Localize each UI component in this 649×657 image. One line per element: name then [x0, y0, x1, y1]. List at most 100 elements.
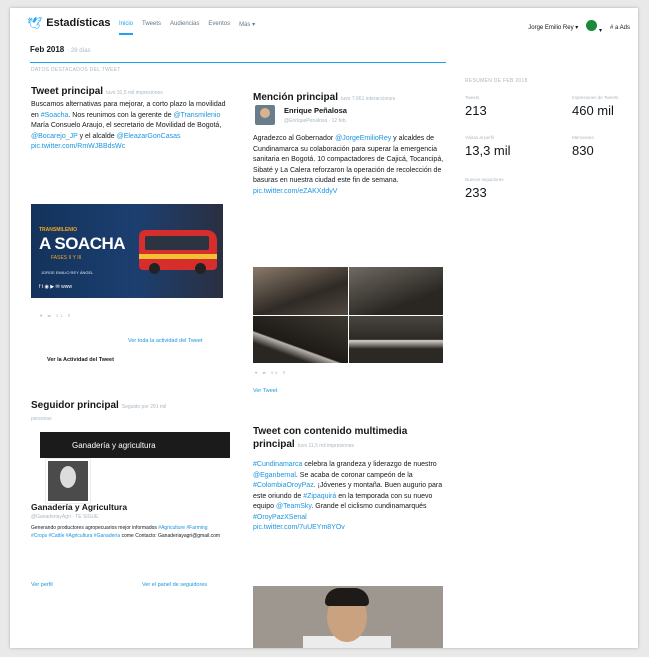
- hashtag-link[interactable]: #ColombiaOroyPaz: [253, 482, 314, 489]
- bus-wheel: [195, 263, 206, 274]
- follower-bio: Generando productores agropecuarios mejo…: [31, 525, 221, 540]
- top-mention-title: Mención principal tuvo 7.661 interaccione…: [253, 92, 395, 103]
- nav-tabs: Inicio Tweets Audiencias Eventos Más ▾: [119, 21, 255, 35]
- engagement-icons: ♥ ⇄ 96 ⚲: [255, 370, 288, 375]
- language-menu[interactable]: ▾: [586, 20, 602, 34]
- view-tweet-activity-link[interactable]: Ver la Actividad del Tweet: [47, 357, 114, 363]
- top-follower-subtitle: Seguido por 291 mil: [121, 404, 167, 410]
- top-tweet-title-text: Tweet principal: [31, 86, 104, 97]
- hashtag-link[interactable]: #Cundinamarca: [253, 461, 302, 468]
- mention-author[interactable]: Enrique Peñalosa: [284, 106, 347, 117]
- top-tweet-subtitle: tuvo 31,5 mil impresiones: [106, 90, 163, 96]
- mention-link[interactable]: @Transmilenio: [173, 112, 220, 119]
- mention-link[interactable]: @EleazarGonCasas: [117, 133, 181, 140]
- hashtag-link[interactable]: #Zipaquirá: [303, 493, 336, 500]
- tab-inicio[interactable]: Inicio: [119, 21, 134, 35]
- hashtag-link[interactable]: #OroyPazXSenal: [253, 514, 307, 521]
- top-tweet-text: Buscamos alternativas para mejorar, a co…: [31, 100, 226, 153]
- top-mention-subtitle: tuvo 7.661 interacciones: [341, 96, 396, 102]
- top-navigation: 🕊 Estadísticas Inicio Tweets Audiencias …: [10, 8, 638, 44]
- user-menu[interactable]: Jorge Emilio Rey ▾: [528, 24, 578, 31]
- tab-eventos[interactable]: Eventos: [208, 21, 230, 28]
- image-text: FASES II Y III: [51, 255, 82, 261]
- brand[interactable]: 🕊 Estadísticas: [27, 17, 110, 29]
- divider: [30, 62, 446, 63]
- mention-link[interactable]: @Bocarejo_JP: [31, 133, 78, 140]
- chevron-down-icon: ▾: [252, 22, 256, 28]
- pic-link[interactable]: pic.twitter.com/eZAKXddyV: [253, 188, 337, 195]
- stat-label-impressions: Impresiones de Tweets: [572, 95, 619, 100]
- pic-link[interactable]: pic.twitter.com/RmWJBBdsWc: [31, 143, 125, 150]
- twitter-bird-icon: 🕊: [27, 16, 43, 30]
- tweet-text: . Grande el ciclismo cundinamarqués: [311, 503, 427, 510]
- summary-label: Resumen de Feb 2018: [465, 78, 528, 84]
- view-tweet-link[interactable]: Ver Tweet: [253, 388, 277, 394]
- tweet-text: . Se acaba de coronar campeón de la: [295, 471, 413, 479]
- mention-link[interactable]: @Egan­bernal: [253, 472, 296, 479]
- hashtag-link[interactable]: #Soacha: [41, 112, 69, 119]
- photo-grid[interactable]: [253, 267, 443, 363]
- photo[interactable]: [253, 267, 348, 315]
- stat-value-tweets: 213: [465, 103, 487, 118]
- stat-value-impressions: 460 mil: [572, 103, 614, 118]
- bus-wheel: [149, 263, 160, 274]
- top-media-title: Tweet con contenido multimedia principal t…: [253, 425, 407, 453]
- chevron-down-icon: ▾: [598, 28, 602, 34]
- pic-link[interactable]: pic.twitter.com/7uUEYm8YOv: [253, 524, 345, 531]
- nav-right: Jorge Emilio Rey ▾ ▾ # a Ads: [528, 20, 630, 34]
- tweet-text: Agradezco al Gobernador: [253, 135, 336, 142]
- mention-link[interactable]: @JorgeEmilioRey: [335, 135, 391, 142]
- top-media-title-line2: principal: [253, 439, 295, 450]
- bus-stripe: [139, 254, 217, 259]
- profile-banner: Ganadería y agricultura: [40, 432, 230, 458]
- stat-label-mentions: Menciones: [572, 135, 594, 140]
- view-activity-link[interactable]: Ver toda la actividad del Tweet: [128, 338, 203, 344]
- mention-link[interactable]: @TeamSky: [276, 503, 311, 510]
- photo[interactable]: [253, 315, 348, 363]
- stat-label-profile-visits: Visitas al perfil: [465, 135, 494, 140]
- bio-text: Generando productores agropecuarios mejo…: [31, 525, 159, 531]
- tweet-text: y el alcalde: [77, 132, 117, 140]
- bus-illustration: [139, 230, 217, 274]
- tab-mas-label: Más: [239, 22, 251, 28]
- tweet-text: . Nos reunimos con la gerente de: [68, 111, 174, 119]
- mention-handle: @EnriquePenalosa · 12 feb.: [284, 118, 347, 124]
- image-headline: A SOACHA: [39, 234, 126, 253]
- image-text: TRANSMILENIO: [39, 227, 78, 233]
- follower-name[interactable]: Ganadería y Agricultura: [31, 502, 127, 513]
- social-icons: f t ◉ ▶ ✉ www: [39, 284, 72, 290]
- period-selector[interactable]: Feb 2018 · 28 días: [30, 45, 91, 54]
- photo[interactable]: [348, 267, 443, 315]
- tab-tweets[interactable]: Tweets: [142, 21, 161, 28]
- engagement-icons: ♥ ⇄ 21 ⚲: [40, 313, 73, 318]
- stat-value-mentions: 830: [572, 143, 594, 158]
- user-name: Jorge Emilio Rey: [528, 25, 574, 31]
- media-photo[interactable]: [253, 586, 443, 648]
- globe-icon: [586, 20, 598, 31]
- bio-text: come Contacto: Ganaderiayagri@gmail.com: [120, 532, 221, 539]
- image-text: JORGE EMILIO REY ÁNGEL: [41, 270, 94, 275]
- tweet-image[interactable]: TRANSMILENIO A SOACHA FASES II Y III JOR…: [31, 204, 223, 298]
- top-media-title-line1: Tweet con contenido multimedia: [253, 426, 408, 437]
- view-profile-link[interactable]: Ver perfil: [31, 582, 53, 588]
- tweet-text: María Consuelo Araujo, el secretario de …: [31, 122, 222, 129]
- tweet-text: celebra la grandeza y liderazgo de nuest…: [302, 461, 437, 468]
- period-days: · 28 días: [67, 48, 91, 54]
- avatar[interactable]: [255, 105, 275, 125]
- analytics-page: 🕊 Estadísticas Inicio Tweets Audiencias …: [10, 8, 638, 648]
- photo[interactable]: [348, 315, 443, 363]
- stat-value-new-followers: 233: [465, 185, 487, 200]
- view-followers-dashboard-link[interactable]: Ver el panel de seguidores: [142, 582, 207, 588]
- tab-mas[interactable]: Más ▾: [239, 21, 255, 28]
- tweet-text: y alcaldes de Cundinamarca su colaboraci…: [253, 135, 444, 184]
- stat-value-profile-visits: 13,3 mil: [465, 143, 511, 158]
- top-follower-title-text: Seguidor principal: [31, 400, 119, 411]
- ads-link[interactable]: # a Ads: [610, 25, 630, 31]
- top-media-text: #Cundinamarca celebra la grandeza y lide…: [253, 460, 445, 534]
- follower-handle: @GanaderiayAgri · TE SIGUE: [31, 514, 99, 520]
- avatar[interactable]: [46, 459, 90, 503]
- tab-audiencias[interactable]: Audiencias: [170, 21, 199, 28]
- top-media-subtitle: tuvo 11,5 mil impresiones: [297, 443, 355, 449]
- top-follower-subtitle-2: personas: [31, 416, 52, 422]
- top-mention-text: Agradezco al Gobernador @JorgeEmilioRey …: [253, 134, 445, 197]
